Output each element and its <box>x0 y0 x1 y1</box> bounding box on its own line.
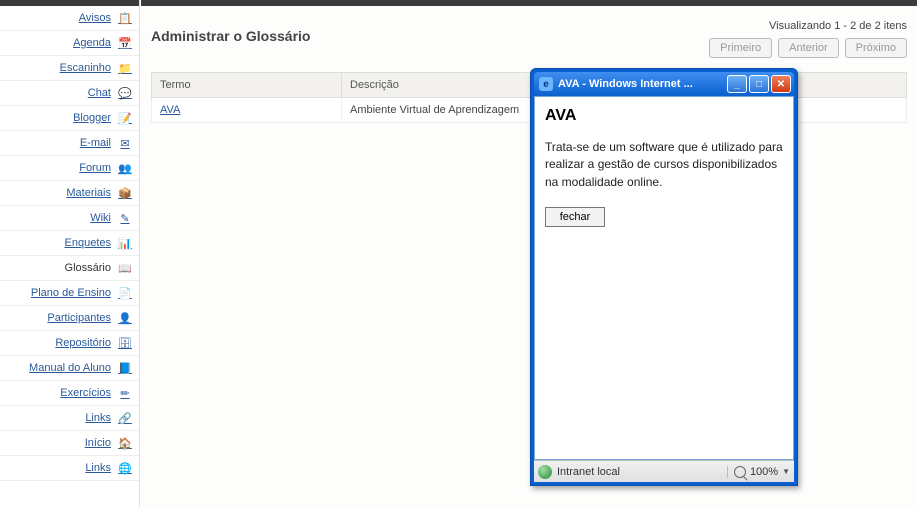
cabinet-icon: 🗄 <box>117 336 133 350</box>
globe-icon <box>538 465 552 479</box>
chat-icon: 💬 <box>117 86 133 100</box>
box-icon: 📦 <box>117 186 133 200</box>
chevron-down-icon: ▼ <box>782 467 790 476</box>
close-window-button[interactable]: ✕ <box>771 75 791 93</box>
pager-buttons: Primeiro Anterior Próximo <box>709 38 907 58</box>
sidebar-item-label: Forum <box>79 162 111 174</box>
sidebar-item-label: Glossário <box>65 262 111 274</box>
ie-popup-window[interactable]: AVA - Windows Internet ... _ □ ✕ AVA Tra… <box>530 68 798 486</box>
sidebar-item-links1[interactable]: Links 🔗 <box>0 406 139 431</box>
sidebar-item-blogger[interactable]: Blogger 📝 <box>0 106 139 131</box>
sidebar-item-avisos[interactable]: Avisos 📋 <box>0 6 139 31</box>
window-controls: _ □ ✕ <box>727 75 791 93</box>
blog-icon: 📝 <box>117 111 133 125</box>
user-icon: 👤 <box>117 311 133 325</box>
first-button[interactable]: Primeiro <box>709 38 772 58</box>
sidebar-item-label: Plano de Ensino <box>31 287 111 299</box>
folder-icon: 📁 <box>117 61 133 75</box>
calendar-icon: 📅 <box>117 36 133 50</box>
sidebar-item-label: Agenda <box>73 37 111 49</box>
sidebar-item-label: Participantes <box>47 312 111 324</box>
list-icon: 📖 <box>117 261 133 275</box>
sidebar-item-label: Blogger <box>73 112 111 124</box>
sidebar-item-label: Manual do Aluno <box>29 362 111 374</box>
sidebar-item-chat[interactable]: Chat 💬 <box>0 81 139 106</box>
sidebar-item-label: E-mail <box>80 137 111 149</box>
sidebar-item-label: Chat <box>88 87 111 99</box>
sidebar-item-label: Enquetes <box>65 237 111 249</box>
popup-text: Trata-se de um software que é utilizado … <box>545 139 783 191</box>
globe-icon: 🌐 <box>117 461 133 475</box>
sidebar-item-repositorio[interactable]: Repositório 🗄 <box>0 331 139 356</box>
sidebar-item-inicio[interactable]: Início 🏠 <box>0 431 139 456</box>
next-button[interactable]: Próximo <box>845 38 907 58</box>
sidebar-item-label: Wiki <box>90 212 111 224</box>
sidebar-item-glossario[interactable]: Glossário 📖 <box>0 256 139 281</box>
sidebar-item-label: Avisos <box>79 12 111 24</box>
zoom-text: 100% <box>750 466 778 478</box>
sidebar-item-manual[interactable]: Manual do Aluno 📘 <box>0 356 139 381</box>
sidebar-item-label: Repositório <box>55 337 111 349</box>
page-title: Administrar o Glossário <box>151 28 310 44</box>
popup-title-text: AVA - Windows Internet ... <box>558 78 693 90</box>
sidebar-item-participantes[interactable]: Participantes 👤 <box>0 306 139 331</box>
popup-titlebar[interactable]: AVA - Windows Internet ... _ □ ✕ <box>534 72 794 96</box>
popup-title-left: AVA - Windows Internet ... <box>539 77 693 91</box>
sidebar-item-label: Links <box>85 412 111 424</box>
book-icon: 📘 <box>117 361 133 375</box>
status-zone-text: Intranet local <box>557 466 620 478</box>
col-term: Termo <box>152 73 342 98</box>
sidebar-item-forum[interactable]: Forum 👥 <box>0 156 139 181</box>
status-zone: Intranet local <box>538 465 620 479</box>
page-icon: 📄 <box>117 286 133 300</box>
sidebar-item-links2[interactable]: Links 🌐 <box>0 456 139 481</box>
sidebar-item-exercicios[interactable]: Exercícios ✏ <box>0 381 139 406</box>
main-content: Administrar o Glossário Visualizando 1 -… <box>140 0 917 507</box>
clipboard-icon: 📋 <box>117 11 133 25</box>
prev-button[interactable]: Anterior <box>778 38 839 58</box>
status-zoom[interactable]: 100% ▼ <box>727 466 790 478</box>
popup-body: AVA Trata-se de um software que é utiliz… <box>534 96 794 460</box>
sidebar: Avisos 📋 Agenda 📅 Escaninho 📁 Chat 💬 Blogger… <box>0 0 140 507</box>
popup-heading: AVA <box>545 107 783 125</box>
ie-icon <box>539 77 553 91</box>
mail-icon: ✉ <box>117 136 133 150</box>
sidebar-item-label: Exercícios <box>60 387 111 399</box>
magnifier-icon <box>734 466 746 478</box>
sidebar-item-label: Materiais <box>66 187 111 199</box>
sidebar-item-label: Escaninho <box>60 62 111 74</box>
pencil-icon: ✎ <box>117 211 133 225</box>
page-header: Administrar o Glossário Visualizando 1 -… <box>151 20 907 58</box>
sidebar-item-label: Links <box>85 462 111 474</box>
pager-status: Visualizando 1 - 2 de 2 itens <box>769 20 907 32</box>
people-icon: 👥 <box>117 161 133 175</box>
main-top-strip <box>141 0 917 6</box>
popup-statusbar: Intranet local 100% ▼ <box>534 460 794 482</box>
edit-icon: ✏ <box>117 386 133 400</box>
pager: Visualizando 1 - 2 de 2 itens Primeiro A… <box>709 20 907 58</box>
maximize-button[interactable]: □ <box>749 75 769 93</box>
minimize-button[interactable]: _ <box>727 75 747 93</box>
sidebar-item-plano[interactable]: Plano de Ensino 📄 <box>0 281 139 306</box>
sidebar-item-materiais[interactable]: Materiais 📦 <box>0 181 139 206</box>
sidebar-item-wiki[interactable]: Wiki ✎ <box>0 206 139 231</box>
sidebar-item-enquetes[interactable]: Enquetes 📊 <box>0 231 139 256</box>
link-icon: 🔗 <box>117 411 133 425</box>
term-link[interactable]: AVA <box>160 104 180 116</box>
sidebar-item-label: Início <box>85 437 111 449</box>
chart-icon: 📊 <box>117 236 133 250</box>
sidebar-item-agenda[interactable]: Agenda 📅 <box>0 31 139 56</box>
close-button[interactable]: fechar <box>545 207 605 227</box>
home-icon: 🏠 <box>117 436 133 450</box>
sidebar-item-email[interactable]: E-mail ✉ <box>0 131 139 156</box>
sidebar-item-escaninho[interactable]: Escaninho 📁 <box>0 56 139 81</box>
